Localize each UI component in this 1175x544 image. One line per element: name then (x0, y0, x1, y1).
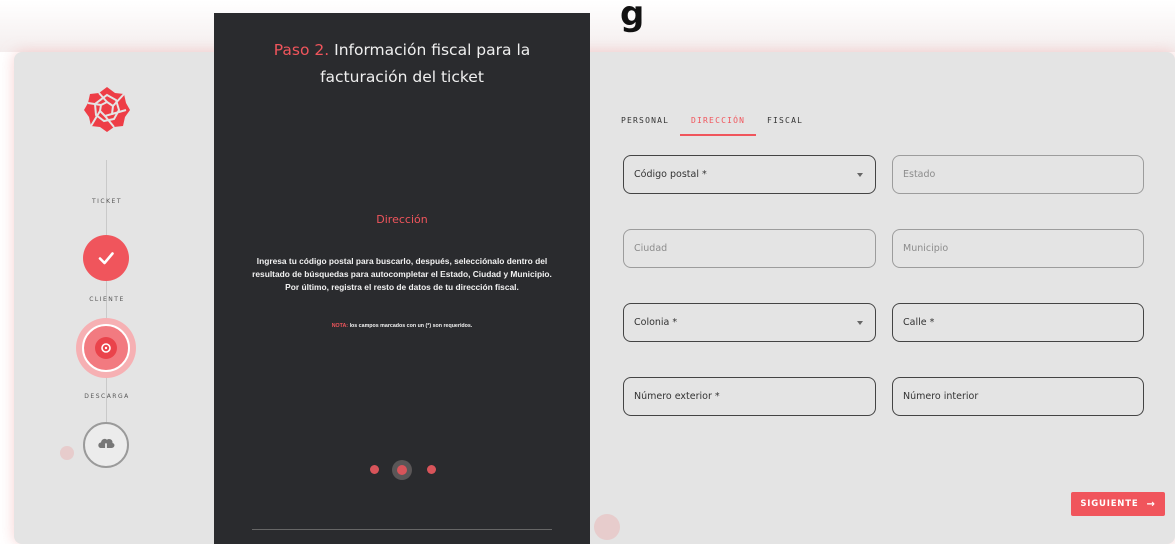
section-title: Dirección (376, 213, 428, 226)
note-text: los campos marcados con un (*) son reque… (349, 323, 473, 329)
numero-interior-field[interactable]: Número interior (892, 377, 1144, 416)
panel-title: Paso 2. Información fiscal para la factu… (244, 37, 560, 91)
arrow-right-icon: → (1146, 498, 1156, 510)
stepper-line (106, 160, 107, 460)
step-label-descarga: DESCARGA (84, 393, 130, 400)
tab-fiscal[interactable]: FISCAL (767, 116, 803, 125)
calle-label: Calle * (903, 317, 935, 328)
step-label-cliente: CLIENTE (89, 296, 125, 303)
cloud-download-icon (98, 438, 115, 454)
next-button-label: SIGUIENTE (1080, 499, 1139, 509)
step-cliente-dot (95, 337, 117, 359)
main-card (14, 52, 1175, 544)
numero-interior-label: Número interior (903, 391, 979, 402)
municipio-field[interactable]: Municipio (892, 229, 1144, 268)
decor-blob (60, 446, 74, 460)
ciudad-placeholder: Ciudad (634, 243, 668, 254)
tab-direccion[interactable]: DIRECCIÓN (691, 116, 745, 125)
note-label: NOTA: (331, 323, 349, 329)
tab-personal[interactable]: PERSONAL (621, 116, 669, 125)
step-ticket-done[interactable] (83, 235, 129, 281)
panel-divider (252, 529, 552, 530)
estado-field[interactable]: Estado (892, 155, 1144, 194)
title-line-1: Información fiscal para la (334, 41, 531, 59)
step-descarga-pending[interactable] (83, 422, 129, 468)
colonia-label: Colonia * (634, 317, 678, 328)
decor-blob (594, 514, 620, 540)
user-icon (101, 343, 111, 353)
brand-logo-icon (84, 87, 130, 132)
title-line-2: facturación del ticket (320, 68, 484, 86)
numero-exterior-label: Número exterior * (634, 391, 720, 402)
carousel-dot[interactable] (427, 465, 436, 474)
calle-field[interactable]: Calle * (892, 303, 1144, 342)
chevron-down-icon (857, 173, 863, 177)
tab-active-indicator (680, 134, 756, 136)
next-button[interactable]: SIGUIENTE → (1071, 492, 1165, 516)
codigo-postal-select[interactable]: Código postal * (623, 155, 876, 194)
title-step-word: Paso (273, 41, 310, 59)
step-label-ticket: TICKET (91, 198, 122, 205)
numero-exterior-field[interactable]: Número exterior * (623, 377, 876, 416)
ciudad-field[interactable]: Ciudad (623, 229, 876, 268)
info-panel: Paso 2. Información fiscal para la factu… (214, 13, 590, 544)
carousel-dots (366, 460, 438, 480)
codigo-postal-label: Código postal * (634, 169, 707, 180)
carousel-dot-active[interactable] (397, 465, 407, 475)
carousel-dot[interactable] (370, 465, 379, 474)
check-icon (98, 252, 114, 265)
estado-placeholder: Estado (903, 169, 936, 180)
page-heading-fragment: g (620, 0, 646, 34)
required-note: NOTA: los campos marcados con un (*) son… (234, 323, 570, 329)
title-step-number: 2. (314, 41, 330, 59)
section-description: Ingresa tu código postal para buscarlo, … (252, 256, 552, 292)
municipio-placeholder: Municipio (903, 243, 949, 254)
colonia-select[interactable]: Colonia * (623, 303, 876, 342)
chevron-down-icon (857, 321, 863, 325)
